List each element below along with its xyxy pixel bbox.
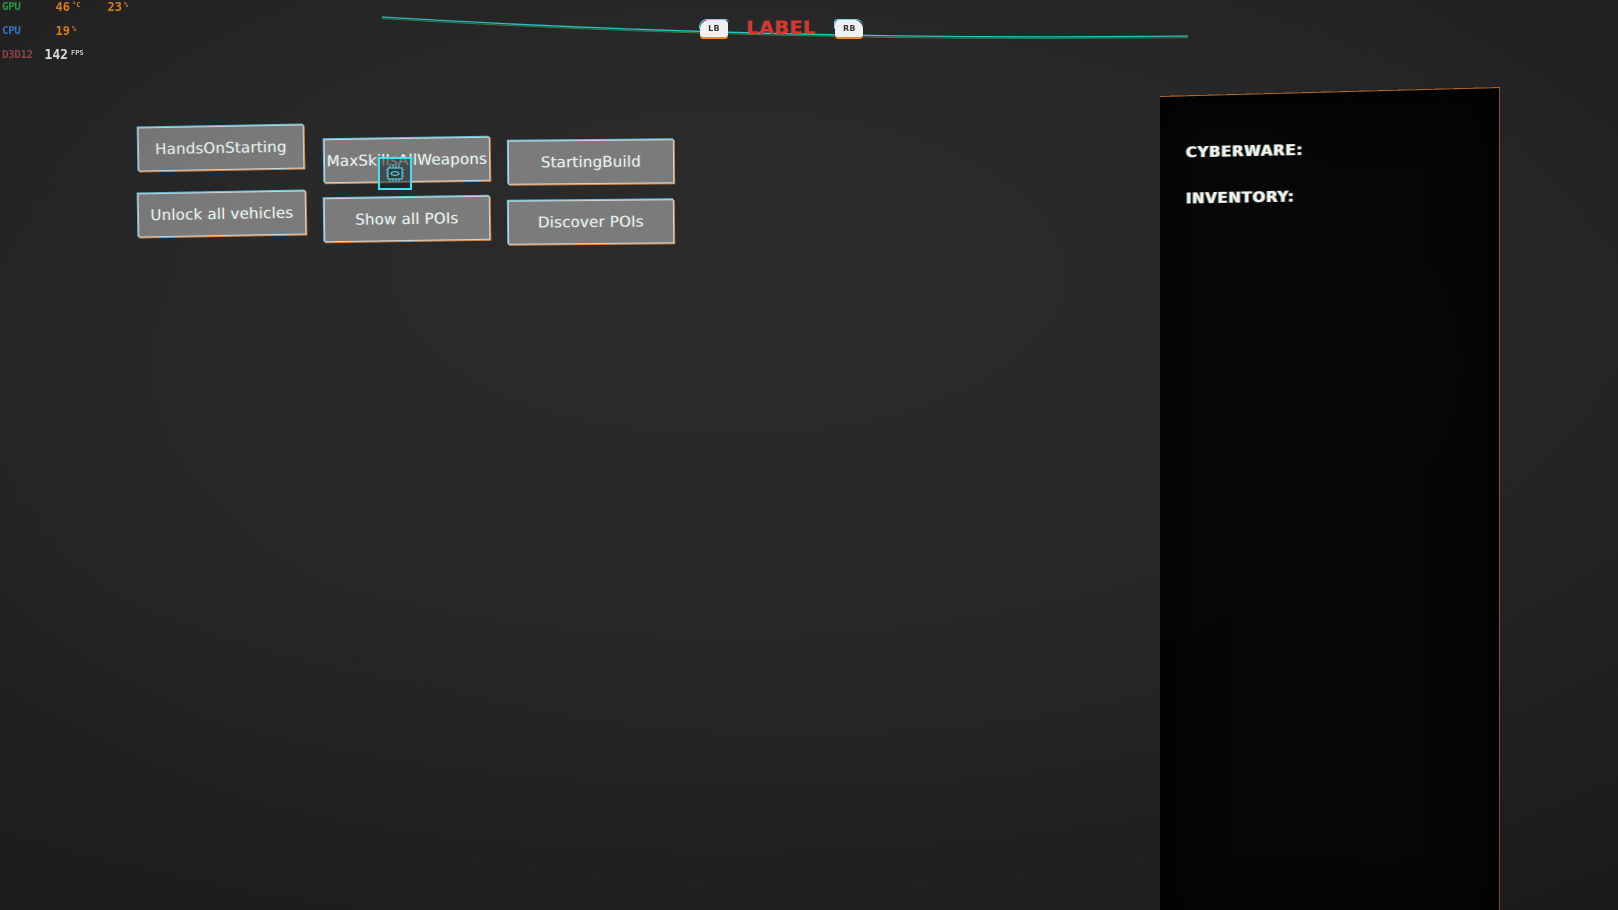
cyberware-heading: CYBERWARE: xyxy=(1186,141,1303,162)
hud-center-group: LB LABEL RB xyxy=(700,17,863,39)
cheat-button-label: Show all POIs xyxy=(355,209,458,229)
perf-gpu-load-unit: % xyxy=(124,2,128,9)
left-bumper-label: LB xyxy=(708,24,720,33)
cheat-button-grid: HandsOnStarting MaxSkillsAllWeapons Star… xyxy=(138,126,698,256)
perf-fps-unit: FPS xyxy=(71,50,84,57)
perf-label-gpu: GPU xyxy=(2,1,20,12)
cheat-button-discover-pois[interactable]: Discover POIs xyxy=(508,199,674,244)
cheat-button-starting-build[interactable]: StartingBuild xyxy=(508,139,674,184)
perf-cpu-load-unit: % xyxy=(72,26,76,33)
perf-gpu-temp-value: 46 xyxy=(48,1,70,13)
perf-cpu-load-value: 19 xyxy=(48,25,70,37)
cheat-button-max-skills-all-weapons[interactable]: MaxSkillsAllWeapons xyxy=(324,137,491,183)
game-screen: GPU 46 °C 23 % CPU 19 % D3D12 142 FPS LB… xyxy=(0,0,1618,910)
cheat-button-label: Unlock all vehicles xyxy=(150,204,293,225)
cheat-button-label: StartingBuild xyxy=(541,153,641,172)
cheat-button-label: Discover POIs xyxy=(538,213,644,232)
info-panel: CYBERWARE: INVENTORY: xyxy=(1160,87,1500,910)
cheat-button-show-all-pois[interactable]: Show all POIs xyxy=(324,196,491,242)
right-bumper-label: RB xyxy=(843,24,856,33)
cheat-button-unlock-all-vehicles[interactable]: Unlock all vehicles xyxy=(138,190,307,237)
perf-label-api: D3D12 xyxy=(2,49,33,60)
right-bumper-icon[interactable]: RB xyxy=(835,20,863,37)
cheat-button-label: HandsOnStarting xyxy=(155,138,287,158)
inventory-heading: INVENTORY: xyxy=(1186,187,1295,207)
cheat-button-hands-on-starting[interactable]: HandsOnStarting xyxy=(138,124,305,171)
left-bumper-icon[interactable]: LB xyxy=(700,20,728,37)
perf-gpu-load-value: 23 xyxy=(100,1,122,13)
cheat-button-label: MaxSkillsAllWeapons xyxy=(327,150,488,170)
hud-label-text: LABEL xyxy=(747,17,816,39)
perf-fps-value: 142 xyxy=(42,49,68,62)
perf-gpu-temp-unit: °C xyxy=(72,2,80,9)
perf-label-cpu: CPU xyxy=(2,25,20,36)
